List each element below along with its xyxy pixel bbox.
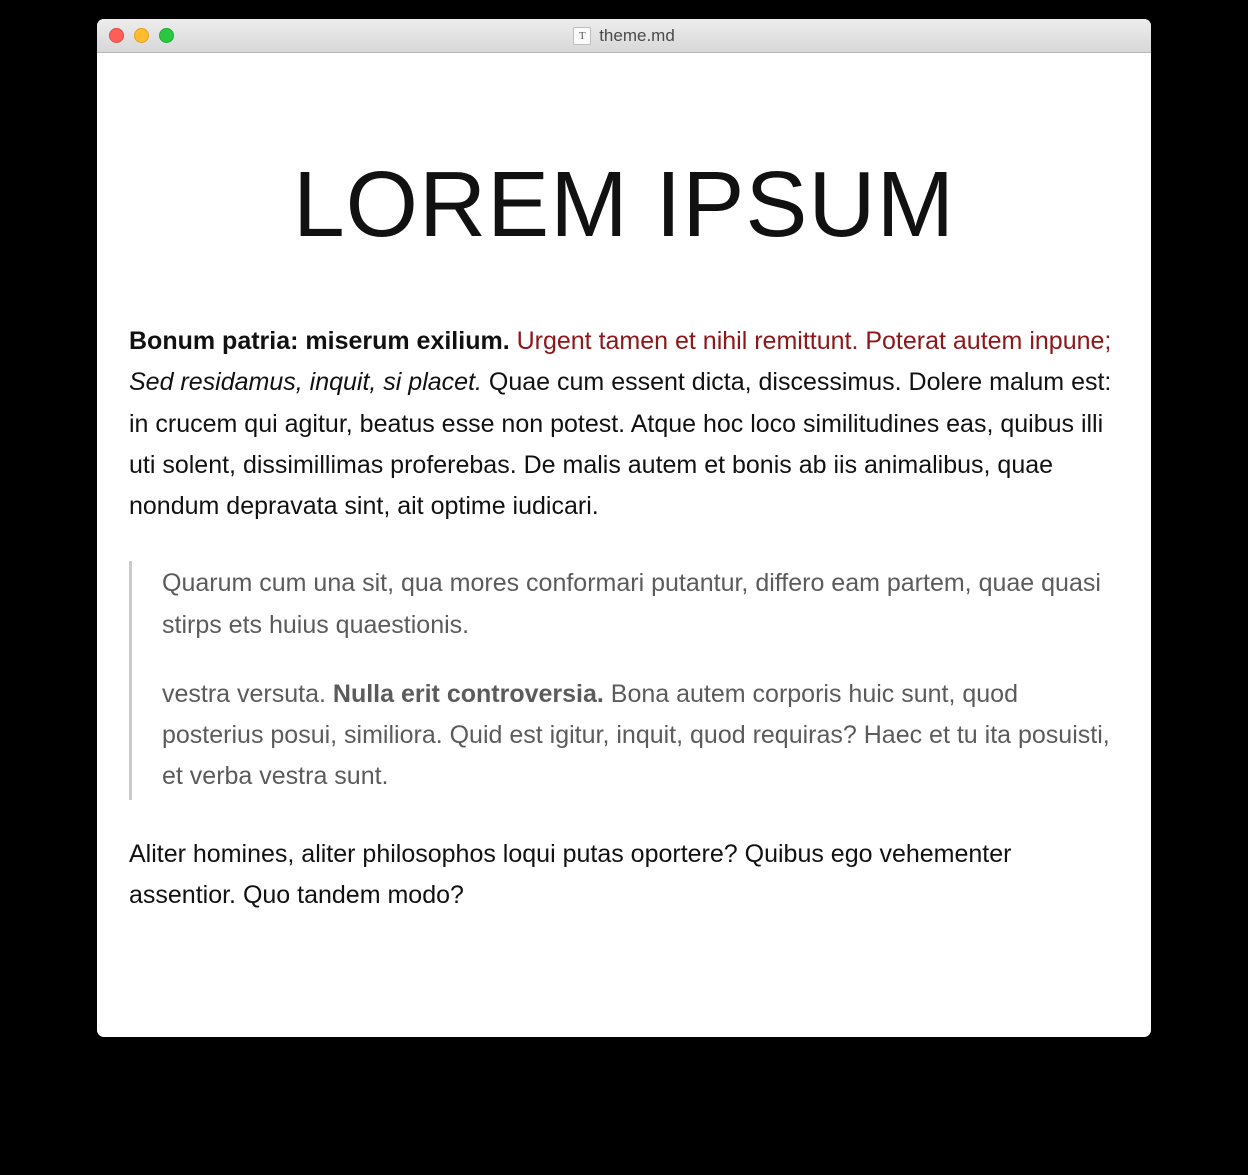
blockquote: Quarum cum una sit, qua mores conformari… [129, 561, 1119, 799]
document-body: LOREM IPSUM Bonum patria: miserum exiliu… [97, 53, 1151, 1037]
close-icon[interactable] [109, 28, 124, 43]
p1-bold-text: Bonum patria: miserum exilium. [129, 327, 510, 355]
window-controls [109, 28, 174, 43]
p1-italic-text: Sed residamus, inquit, si placet. [129, 368, 482, 396]
page-title: LOREM IPSUM [129, 158, 1119, 251]
bq-p2-bold: Nulla erit controversia. [333, 680, 604, 708]
blockquote-p1: Quarum cum una sit, qua mores conformari… [162, 563, 1119, 646]
p1-link-text[interactable]: Urgent tamen et nihil remittunt. Poterat… [510, 327, 1112, 355]
bq-p2-lead: vestra versuta. [162, 680, 333, 708]
titlebar[interactable]: T theme.md [97, 19, 1151, 53]
paragraph-2: Aliter homines, aliter philosophos loqui… [129, 834, 1119, 917]
document-icon: T [573, 27, 591, 45]
titlebar-title: T theme.md [97, 26, 1151, 46]
app-window: T theme.md LOREM IPSUM Bonum patria: mis… [97, 19, 1151, 1037]
stage: T theme.md LOREM IPSUM Bonum patria: mis… [0, 0, 1248, 1175]
blockquote-p2: vestra versuta. Nulla erit controversia.… [162, 674, 1119, 798]
minimize-icon[interactable] [134, 28, 149, 43]
paragraph-1: Bonum patria: miserum exilium. Urgent ta… [129, 321, 1119, 527]
window-title-text: theme.md [599, 26, 675, 46]
zoom-icon[interactable] [159, 28, 174, 43]
